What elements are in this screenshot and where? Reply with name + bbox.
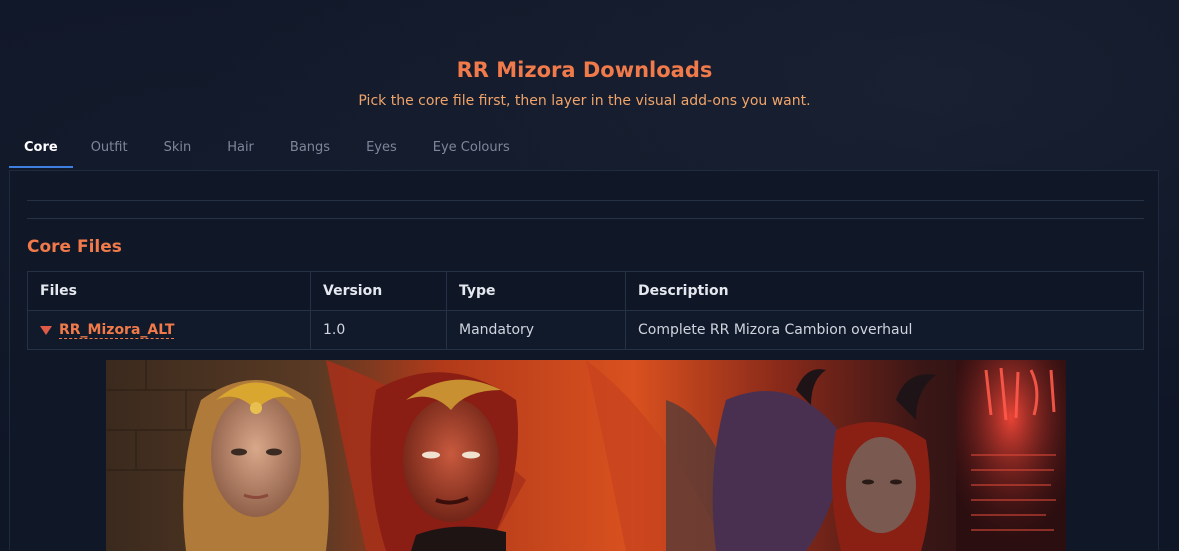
column-header-description: Description [625,271,1144,311]
tab-skin[interactable]: Skin [146,130,210,168]
tab-hair[interactable]: Hair [209,130,272,168]
table-row: RR_Mizora_ALT 1.0 Mandatory Complete RR … [27,310,1144,350]
table-header-row: Files Version Type Description [27,271,1144,311]
type-cell: Mandatory [446,310,626,350]
expand-caret-icon[interactable] [40,325,52,335]
version-cell: 1.0 [310,310,447,350]
file-cell: RR_Mizora_ALT [27,310,311,350]
tab-core[interactable]: Core [9,130,73,168]
tab-outfit[interactable]: Outfit [73,130,146,168]
divider [27,200,1144,201]
column-header-version: Version [310,271,447,311]
preview-image [106,360,1066,551]
tab-bangs[interactable]: Bangs [272,130,348,168]
tab-panel-core: Core Files Files Version Type Descriptio… [9,170,1159,551]
divider [27,218,1144,219]
tab-eyes[interactable]: Eyes [348,130,415,168]
description-cell: Complete RR Mizora Cambion overhaul [625,310,1144,350]
column-header-type: Type [446,271,626,311]
section-title: Core Files [27,237,122,257]
tab-bar: Core Outfit Skin Hair Bangs Eyes Eye Col… [9,130,528,170]
page-subtitle: Pick the core file first, then layer in … [358,93,811,109]
tab-eye-colours[interactable]: Eye Colours [415,130,528,168]
column-header-files: Files [27,271,311,311]
files-table: Files Version Type Description RR_Mizora… [27,271,1144,350]
file-download-link[interactable]: RR_Mizora_ALT [59,322,175,339]
page-title: RR Mizora Downloads [456,58,713,82]
